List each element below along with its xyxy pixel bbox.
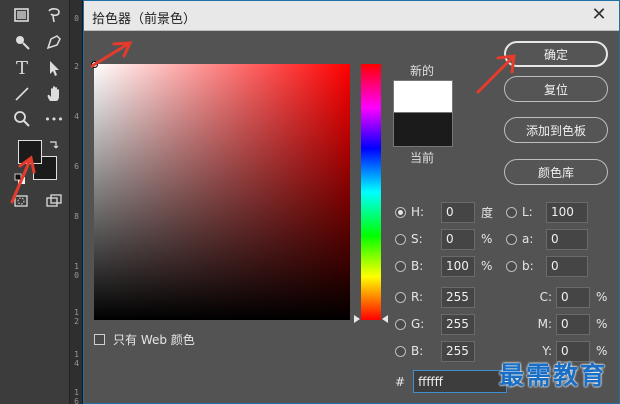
more-icon[interactable]: ••• (42, 108, 66, 130)
ruler-tick: 0 (74, 14, 79, 23)
hue-input[interactable]: 0 (441, 201, 475, 223)
green-row: G: 255 (395, 313, 475, 335)
lab-l-radio[interactable] (506, 206, 517, 218)
magenta-label: M: (537, 317, 552, 331)
dialog-title: 拾色器（前景色） (92, 12, 197, 27)
blue-radio[interactable] (395, 345, 406, 357)
cyan-row: C: 0 % (530, 286, 607, 308)
lab-a-row: a: 0 (506, 228, 588, 250)
hex-row: # ffffff (395, 370, 508, 393)
lab-b-input[interactable]: 0 (546, 255, 588, 277)
hex-label: # (395, 374, 406, 389)
ok-button[interactable]: 确定 (504, 41, 608, 67)
green-label: G: (411, 317, 425, 331)
cyan-label: C: (539, 290, 552, 304)
brightness-input[interactable]: 100 (441, 255, 475, 277)
brightness-label: B: (411, 259, 424, 273)
screen-mode-icon[interactable] (42, 190, 66, 212)
marquee-icon[interactable] (10, 4, 34, 26)
magenta-input[interactable]: 0 (556, 313, 590, 335)
green-input[interactable]: 255 (441, 313, 475, 335)
pen-icon[interactable] (42, 31, 66, 53)
new-color-swatch (393, 80, 453, 113)
magenta-unit: % (596, 317, 608, 331)
lab-b-row: b: 0 (506, 255, 588, 277)
brightness-unit: % (481, 259, 493, 273)
magenta-row: M: 0 % (530, 313, 607, 335)
lab-a-radio[interactable] (506, 233, 517, 245)
default-colors-icon[interactable] (14, 170, 26, 184)
saturation-label: S: (411, 232, 423, 246)
quick-select-icon[interactable] (10, 31, 34, 53)
lab-b-radio[interactable] (506, 260, 517, 272)
saturation-input[interactable]: 0 (441, 228, 475, 250)
cyan-unit: % (596, 290, 608, 304)
hue-slider-left-handle[interactable] (354, 315, 360, 323)
ruler-tick: 8 (74, 212, 79, 221)
brightness-radio[interactable] (395, 260, 406, 272)
swap-colors-icon[interactable] (47, 138, 61, 152)
only-web-colors-label: 只有 Web 颜色 (113, 333, 195, 347)
vertical-ruler: 0 2 4 6 8 1 0 1 2 1 4 1 6 (70, 0, 83, 404)
hue-radio[interactable] (395, 206, 406, 218)
watermark-text: 最需教育 (499, 361, 608, 390)
lab-l-row: L: 100 (506, 201, 588, 223)
lab-a-label: a: (522, 232, 534, 246)
type-icon[interactable]: T (10, 57, 34, 79)
red-radio[interactable] (395, 291, 406, 303)
hue-unit: 度 (481, 205, 494, 220)
color-picker-dialog: 拾色器（前景色） ✕ 只有 Web 颜色 新的 当前 确定 复位 添加到色板 颜… (83, 0, 620, 404)
ruler-tick: 1 4 (74, 350, 79, 368)
hue-label: H: (411, 205, 425, 219)
ruler-tick: 1 0 (74, 262, 79, 280)
brightness-row: B: 100 % (395, 255, 492, 277)
ruler-tick: 1 2 (74, 308, 79, 326)
cyan-input[interactable]: 0 (556, 286, 590, 308)
add-to-swatches-button[interactable]: 添加到色板 (504, 117, 608, 143)
tools-panel: T ••• (0, 0, 70, 404)
line-icon[interactable] (10, 83, 34, 105)
saturation-radio[interactable] (395, 233, 406, 245)
close-icon[interactable]: ✕ (589, 5, 609, 25)
lab-l-input[interactable]: 100 (546, 201, 588, 223)
hue-row: H: 0 度 (395, 201, 493, 223)
path-select-icon[interactable] (42, 57, 66, 79)
app-window: T ••• 0 2 4 6 8 1 0 1 2 1 4 1 6 拾色器（前景色）… (0, 0, 620, 404)
saturation-row: S: 0 % (395, 228, 492, 250)
color-field-marker[interactable] (91, 61, 98, 68)
reset-button[interactable]: 复位 (504, 76, 608, 102)
new-color-label: 新的 (410, 64, 435, 78)
saturation-unit: % (481, 232, 493, 246)
color-field[interactable] (91, 61, 350, 320)
green-radio[interactable] (395, 318, 406, 330)
blue-label: B: (411, 344, 424, 358)
ruler-tick: 2 (74, 62, 79, 71)
hand-icon[interactable] (42, 83, 66, 105)
hue-slider-right-handle[interactable] (382, 315, 388, 323)
red-input[interactable]: 255 (441, 286, 475, 308)
zoom-icon[interactable] (10, 108, 34, 130)
red-row: R: 255 (395, 286, 475, 308)
foreground-color-swatch[interactable] (18, 140, 42, 164)
only-web-colors-option[interactable]: 只有 Web 颜色 (94, 331, 195, 348)
color-libraries-button[interactable]: 颜色库 (504, 159, 608, 185)
lab-a-input[interactable]: 0 (546, 228, 588, 250)
red-label: R: (411, 290, 424, 304)
blue-row: B: 255 (395, 340, 475, 362)
hex-input[interactable]: ffffff (413, 370, 508, 393)
quick-mask-icon[interactable] (9, 190, 33, 212)
lasso-icon[interactable] (42, 4, 66, 26)
ruler-tick: 1 6 (74, 388, 79, 404)
current-color-swatch[interactable] (393, 113, 453, 147)
current-color-label: 当前 (410, 151, 435, 165)
lab-l-label: L: (522, 205, 533, 219)
only-web-colors-checkbox[interactable] (94, 334, 105, 345)
ruler-tick: 4 (74, 112, 79, 121)
lab-b-label: b: (522, 259, 534, 273)
blue-input[interactable]: 255 (441, 340, 475, 362)
dialog-titlebar[interactable]: 拾色器（前景色） ✕ (84, 1, 619, 31)
ruler-tick: 6 (74, 162, 79, 171)
hue-slider[interactable] (361, 64, 381, 320)
